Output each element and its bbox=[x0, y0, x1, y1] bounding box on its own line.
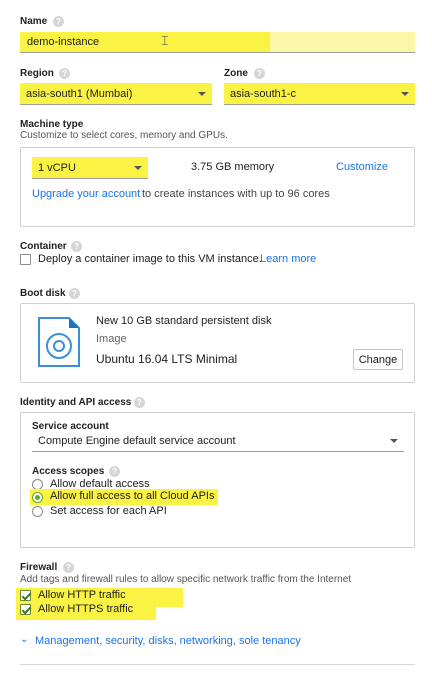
radio-each-api[interactable] bbox=[32, 506, 43, 517]
management-link[interactable]: Management, security, disks, networking,… bbox=[35, 635, 301, 647]
identity-panel: Service account Compute Engine default s… bbox=[20, 412, 415, 548]
service-account-value: Compute Engine default service account bbox=[38, 435, 236, 447]
region-select[interactable]: asia-south1 (Mumbai) bbox=[20, 83, 212, 105]
region-label: Region bbox=[20, 68, 54, 79]
help-icon[interactable]: ? bbox=[69, 288, 80, 299]
machine-type-description: Customize to select cores, memory and GP… bbox=[20, 130, 228, 141]
access-scopes-label: Access scopes bbox=[32, 466, 105, 477]
upgrade-description: to create instances with up to 96 cores bbox=[142, 188, 330, 200]
change-button[interactable]: Change bbox=[353, 349, 403, 370]
help-icon[interactable]: ? bbox=[63, 562, 74, 573]
identity-label: Identity and API access bbox=[20, 397, 132, 408]
cpu-select[interactable]: 1 vCPU bbox=[32, 157, 148, 179]
boot-disk-subtitle: Image bbox=[96, 333, 127, 345]
help-icon[interactable]: ? bbox=[59, 68, 70, 79]
https-checkbox-label: Allow HTTPS traffic bbox=[38, 603, 134, 615]
radio-full-access[interactable] bbox=[32, 492, 43, 503]
dropdown-arrow-icon bbox=[401, 92, 409, 96]
customize-link[interactable]: Customize bbox=[336, 161, 388, 173]
boot-disk-image-name: Ubuntu 16.04 LTS Minimal bbox=[96, 352, 238, 366]
container-checkbox[interactable] bbox=[20, 254, 31, 265]
machine-type-label: Machine type bbox=[20, 119, 84, 130]
zone-select[interactable]: asia-south1-c bbox=[224, 83, 415, 105]
dropdown-arrow-icon bbox=[134, 166, 142, 170]
http-checkbox[interactable] bbox=[20, 590, 31, 601]
service-account-select[interactable]: Compute Engine default service account bbox=[32, 430, 404, 452]
firewall-description: Add tags and firewall rules to allow spe… bbox=[20, 574, 352, 585]
container-checkbox-label: Deploy a container image to this VM inst… bbox=[38, 253, 262, 265]
memory-value: 3.75 GB memory bbox=[191, 161, 275, 173]
https-checkbox[interactable] bbox=[20, 604, 31, 615]
help-icon[interactable]: ? bbox=[254, 68, 265, 79]
name-label: Name bbox=[20, 16, 48, 27]
cpu-select-value: 1 vCPU bbox=[38, 162, 76, 174]
boot-disk-panel: New 10 GB standard persistent disk Image… bbox=[20, 303, 415, 383]
disk-image-icon bbox=[38, 317, 80, 367]
upgrade-account-link[interactable]: Upgrade your account bbox=[32, 188, 140, 200]
container-label: Container bbox=[20, 241, 67, 252]
boot-disk-title: New 10 GB standard persistent disk bbox=[96, 315, 272, 327]
dropdown-arrow-icon bbox=[198, 92, 206, 96]
zone-select-value: asia-south1-c bbox=[230, 88, 297, 100]
dropdown-arrow-icon bbox=[390, 439, 398, 443]
help-icon[interactable]: ? bbox=[53, 16, 64, 27]
divider bbox=[20, 664, 415, 665]
http-checkbox-label: Allow HTTP traffic bbox=[38, 589, 126, 601]
expand-chevron-icon[interactable]: ⌄ bbox=[20, 634, 28, 645]
radio-each-api-label: Set access for each API bbox=[50, 505, 167, 517]
help-icon[interactable]: ? bbox=[134, 397, 145, 408]
name-input-value: demo-instance bbox=[27, 36, 100, 48]
name-input[interactable]: demo-instance ⌶ bbox=[20, 32, 415, 53]
boot-disk-label: Boot disk bbox=[20, 288, 66, 299]
machine-type-panel: 1 vCPU 3.75 GB memory Customize Upgrade … bbox=[20, 147, 415, 227]
region-select-value: asia-south1 (Mumbai) bbox=[26, 88, 133, 100]
help-icon[interactable]: ? bbox=[109, 466, 120, 477]
radio-full-access-label: Allow full access to all Cloud APIs bbox=[50, 490, 215, 502]
zone-label: Zone bbox=[224, 68, 248, 79]
learn-more-link[interactable]: Learn more bbox=[260, 253, 316, 265]
text-cursor-icon: ⌶ bbox=[161, 33, 169, 48]
help-icon[interactable]: ? bbox=[71, 241, 82, 252]
firewall-label: Firewall bbox=[20, 562, 58, 573]
